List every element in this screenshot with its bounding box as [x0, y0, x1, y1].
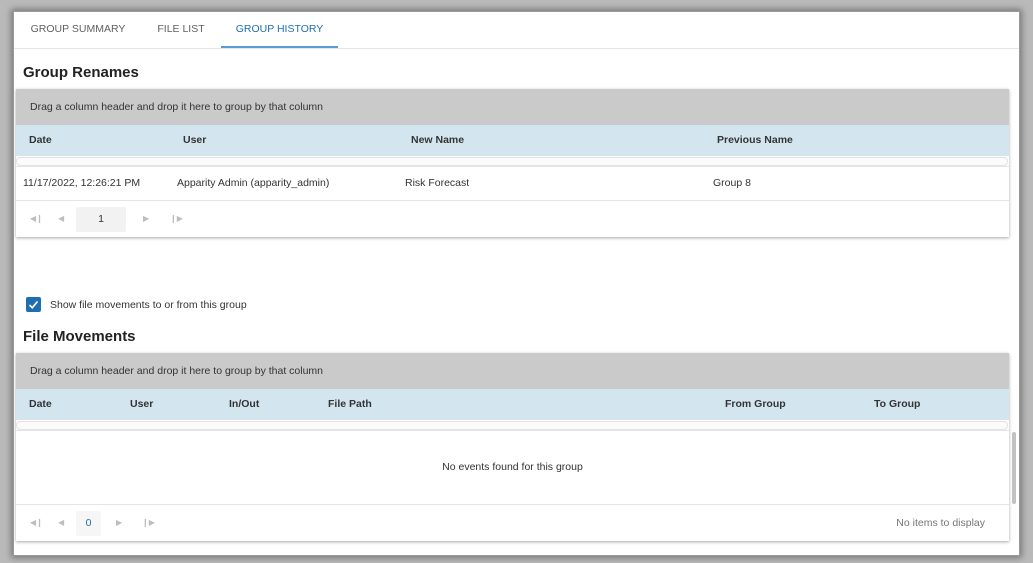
next-page-icon[interactable]: ▶ — [116, 505, 122, 541]
group-by-drop-zone[interactable]: Drag a column header and drop it here to… — [16, 89, 1009, 125]
horizontal-scrollbar[interactable] — [16, 156, 1009, 166]
first-page-icon[interactable]: ◀❙ — [30, 201, 43, 237]
prev-page-icon[interactable]: ◀ — [58, 201, 64, 237]
checkbox[interactable] — [26, 297, 41, 312]
first-page-icon[interactable]: ◀❙ — [30, 505, 43, 541]
no-records-message: No events found for this group — [16, 430, 1009, 504]
tab-group-history[interactable]: GROUP HISTORY — [221, 12, 338, 48]
header-row: Date User In/Out File Path From Group To… — [16, 389, 1009, 420]
cell-date: 11/17/2022, 12:26:21 PM — [23, 177, 141, 189]
horizontal-scrollbar[interactable] — [16, 420, 1009, 430]
pager: ◀❙ ◀ 1 ▶ ❙▶ — [16, 200, 1009, 237]
column-header-file-path[interactable]: File Path — [328, 389, 372, 420]
group-by-drop-zone[interactable]: Drag a column header and drop it here to… — [16, 353, 1009, 389]
cell-user: Apparity Admin (apparity_admin) — [177, 177, 330, 189]
column-header-date[interactable]: Date — [29, 125, 52, 156]
prev-page-icon[interactable]: ◀ — [58, 505, 64, 541]
column-header-user[interactable]: User — [130, 389, 153, 420]
header-row: Date User New Name Previous Name — [16, 125, 1009, 156]
page-number-button[interactable]: 1 — [76, 207, 126, 232]
group-renames-title: Group Renames — [23, 64, 139, 81]
cell-previous-name: Group 8 — [713, 177, 751, 189]
checkbox-label: Show file movements to or from this grou… — [50, 299, 247, 311]
column-header-previous-name[interactable]: Previous Name — [717, 125, 793, 156]
checkmark-icon — [28, 300, 39, 309]
column-header-date[interactable]: Date — [29, 389, 52, 420]
group-renames-grid: Drag a column header and drop it here to… — [16, 89, 1009, 237]
page-number-button[interactable]: 0 — [76, 511, 101, 536]
column-header-from-group[interactable]: From Group — [725, 389, 786, 420]
tab-bar: GROUP SUMMARY FILE LIST GROUP HISTORY — [14, 12, 1019, 49]
pager: ◀❙ ◀ 0 ▶ ❙▶ No items to display — [16, 504, 1009, 541]
column-header-new-name[interactable]: New Name — [411, 125, 464, 156]
cell-new-name: Risk Forecast — [405, 177, 470, 189]
group-history-panel: GROUP SUMMARY FILE LIST GROUP HISTORY Gr… — [13, 11, 1020, 556]
file-movements-grid: Drag a column header and drop it here to… — [16, 353, 1009, 541]
last-page-icon[interactable]: ❙▶ — [142, 505, 155, 541]
column-header-to-group[interactable]: To Group — [874, 389, 920, 420]
tab-file-list[interactable]: FILE LIST — [142, 12, 220, 48]
column-header-in-out[interactable]: In/Out — [229, 389, 259, 420]
pager-info: No items to display — [896, 517, 985, 529]
tab-group-summary[interactable]: GROUP SUMMARY — [14, 12, 142, 48]
file-movements-title: File Movements — [23, 328, 136, 345]
vertical-scrollbar[interactable] — [1012, 432, 1016, 504]
last-page-icon[interactable]: ❙▶ — [170, 201, 183, 237]
column-header-user[interactable]: User — [183, 125, 206, 156]
table-row[interactable]: 11/17/2022, 12:26:21 PM Apparity Admin (… — [16, 166, 1009, 200]
next-page-icon[interactable]: ▶ — [143, 201, 149, 237]
